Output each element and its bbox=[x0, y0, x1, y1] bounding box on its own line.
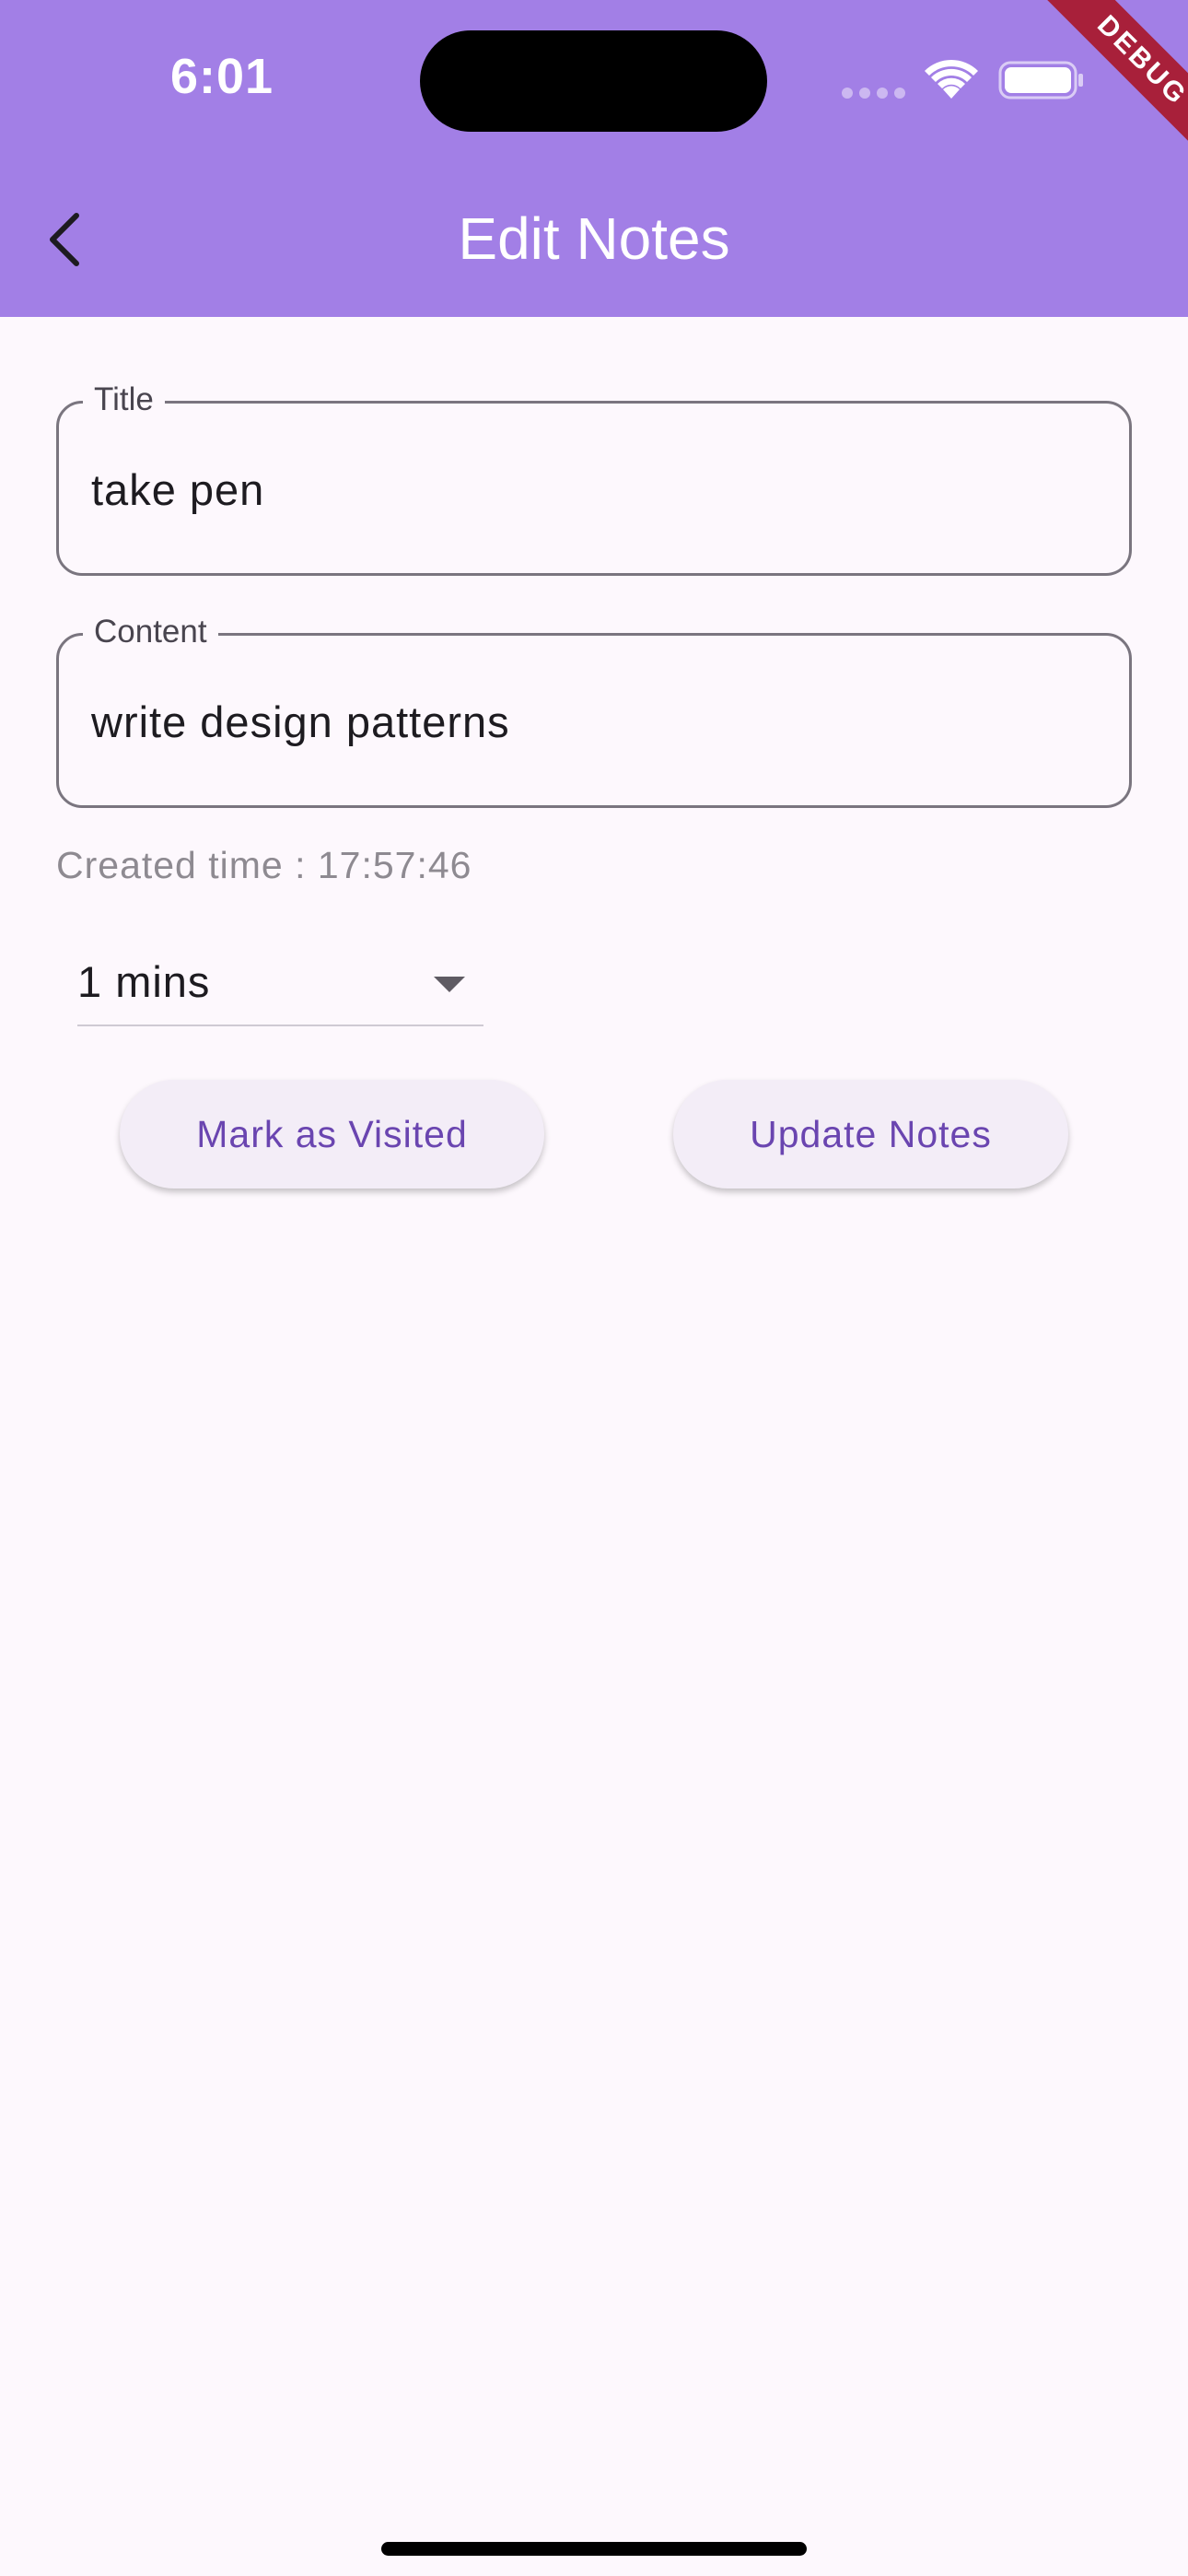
reminder-dropdown-value: 1 mins bbox=[77, 957, 211, 1006]
dynamic-island bbox=[420, 30, 767, 132]
title-input[interactable]: take pen bbox=[91, 464, 1097, 515]
mark-as-visited-button[interactable]: Mark as Visited bbox=[120, 1080, 544, 1188]
page-title: Edit Notes bbox=[458, 205, 730, 272]
content-input[interactable]: write design patterns bbox=[91, 697, 1097, 747]
content-field[interactable]: Content write design patterns bbox=[56, 612, 1132, 808]
cellular-signal-icon bbox=[842, 88, 906, 99]
reminder-dropdown[interactable]: 1 mins bbox=[77, 949, 483, 1026]
home-indicator[interactable] bbox=[381, 2542, 807, 2556]
wifi-icon bbox=[925, 59, 978, 99]
app-bar: 6:01 DEBUG Edit Notes bbox=[0, 0, 1188, 317]
status-time: 6:01 bbox=[170, 49, 274, 104]
title-field-label: Title bbox=[83, 380, 165, 420]
dropdown-arrow-icon bbox=[434, 977, 465, 992]
update-notes-button[interactable]: Update Notes bbox=[673, 1080, 1068, 1188]
created-time-text: Created time : 17:57:46 bbox=[56, 844, 472, 886]
title-field[interactable]: Title take pen bbox=[56, 380, 1132, 576]
content-field-label: Content bbox=[83, 612, 218, 652]
battery-icon bbox=[998, 61, 1083, 100]
edit-notes-screen: 6:01 DEBUG Edit Notes Title take pen Con… bbox=[0, 0, 1188, 2576]
